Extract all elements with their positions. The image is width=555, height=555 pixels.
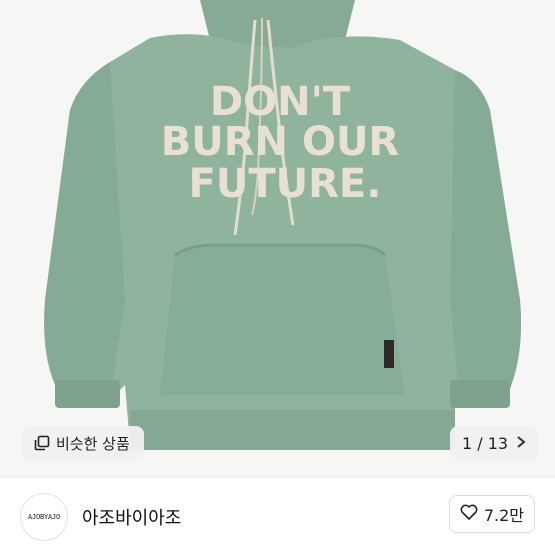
avatar[interactable]: AJOBYAJO bbox=[20, 492, 68, 541]
similar-items-label: 비슷한 상품 bbox=[56, 434, 130, 453]
pager-text: 1 / 13 bbox=[462, 433, 509, 453]
similar-items-button[interactable]: 비슷한 상품 bbox=[22, 426, 144, 460]
seller-row[interactable]: AJOBYAJO 아조바이아조 7.2만 bbox=[0, 478, 555, 555]
heart-icon bbox=[460, 504, 478, 524]
avatar-text: AJOBYAJO bbox=[27, 512, 61, 521]
graphic-line-3: FUTURE. bbox=[189, 161, 382, 207]
copy-icon bbox=[34, 435, 50, 451]
seller-name[interactable]: 아조바이아조 bbox=[82, 504, 181, 530]
like-count: 7.2만 bbox=[483, 506, 524, 525]
graphic-line-2: BURN OUR bbox=[161, 119, 399, 165]
image-pager[interactable]: 1 / 13 bbox=[450, 426, 539, 460]
product-photo[interactable]: DON'T BURN OUR FUTURE. bbox=[0, 0, 555, 477]
chevron-right-icon bbox=[516, 434, 526, 453]
like-button[interactable]: 7.2만 bbox=[448, 495, 535, 533]
